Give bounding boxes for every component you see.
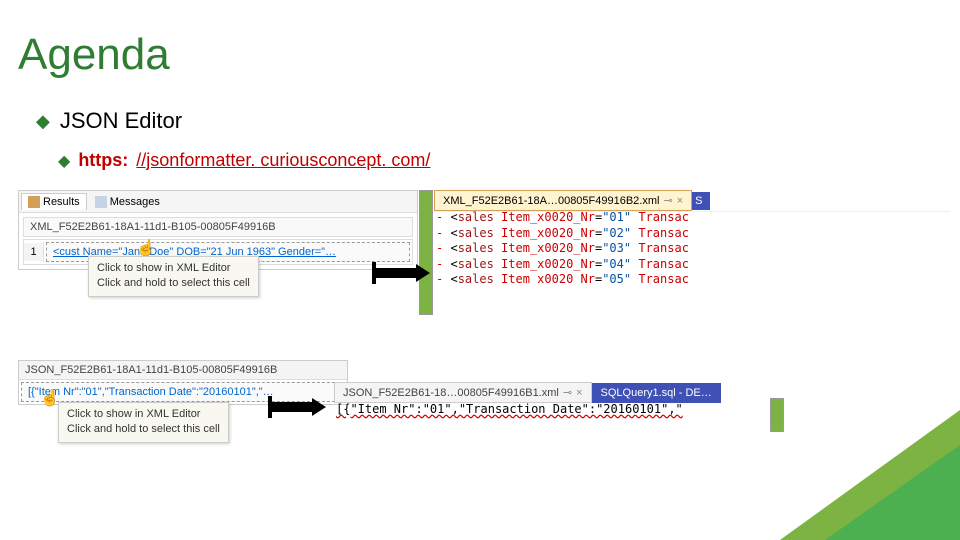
tab-messages[interactable]: Messages	[89, 194, 166, 210]
tooltip: Click to show in XML Editor Click and ho…	[58, 402, 229, 443]
message-icon	[95, 196, 107, 208]
tab-side[interactable]: S	[692, 192, 710, 210]
tooltip-line: Click to show in XML Editor	[67, 407, 220, 422]
bullet-level-1: ◆ JSON Editor	[36, 108, 182, 134]
tooltip-line: Click and hold to select this cell	[97, 276, 250, 291]
tooltip: Click to show in XML Editor Click and ho…	[88, 256, 259, 297]
bullet-text: JSON Editor	[60, 108, 182, 134]
divider-bar	[419, 190, 433, 315]
tab-label: Messages	[110, 196, 160, 208]
row-number: 1	[24, 243, 44, 261]
pin-icon[interactable]: ⊸	[563, 386, 572, 399]
url-link[interactable]: //jsonformatter. curiousconcept. com/	[136, 150, 430, 171]
cursor-icon: ☝	[40, 388, 60, 408]
json-cell-link[interactable]: [{"Item Nr":"01","Transaction Date":"201…	[21, 382, 345, 402]
grid-icon	[28, 196, 40, 208]
results-tabs: Results Messages	[19, 191, 417, 213]
tab-sqlquery[interactable]: SQLQuery1.sql - DE…	[592, 383, 721, 403]
bullet-marker-icon: ◆	[58, 151, 70, 171]
link-prefix: https:	[78, 150, 128, 171]
cursor-icon: ☝	[136, 238, 156, 258]
json-output-text: [{"Item Nr":"01","Transaction Date":"201…	[336, 402, 683, 416]
xml-line: - <sales Item x0020 Nr="05" Transac	[436, 272, 946, 288]
editor-tab-row: XML_F52E2B61-18A…00805F49916B2.xml ⊸ × S	[434, 190, 950, 212]
tab-xml-file[interactable]: XML_F52E2B61-18A…00805F49916B2.xml ⊸ ×	[434, 190, 692, 211]
tab-label: Results	[43, 196, 80, 208]
column-header[interactable]: XML_F52E2B61-18A1-11d1-B105-00805F49916B	[23, 217, 413, 237]
tab-json-file[interactable]: JSON_F52E2B61-18…00805F49916B1.xml ⊸ ×	[334, 382, 592, 403]
pin-icon[interactable]: ⊸	[663, 194, 672, 207]
tooltip-line: Click to show in XML Editor	[97, 261, 250, 276]
close-icon[interactable]: ×	[576, 387, 582, 399]
tab-label: JSON_F52E2B61-18…00805F49916B1.xml	[343, 387, 559, 399]
bullet-level-2: ◆ https: //jsonformatter. curiousconcept…	[58, 150, 430, 171]
column-header[interactable]: JSON_F52E2B61-18A1-11d1-B105-00805F49916…	[19, 361, 347, 380]
slide-title: Agenda	[18, 30, 170, 80]
xml-line: - <sales Item_x0020_Nr="01" Transac	[436, 210, 946, 226]
editor-tab-row: JSON_F52E2B61-18…00805F49916B1.xml ⊸ × S…	[334, 382, 950, 403]
tab-label: SQLQuery1.sql - DE…	[601, 387, 712, 399]
tooltip-line: Click and hold to select this cell	[67, 422, 220, 437]
decorative-corner	[780, 410, 960, 540]
json-panel: JSON_F52E2B61-18A1-11d1-B105-00805F49916…	[18, 360, 348, 405]
xml-line: - <sales Item_x0020_Nr="03" Transac	[436, 241, 946, 257]
tab-label: XML_F52E2B61-18A…00805F49916B2.xml	[443, 195, 659, 207]
xml-editor-content: - <sales Item_x0020_Nr="01" Transac - <s…	[436, 210, 946, 288]
bullet-marker-icon: ◆	[36, 111, 50, 132]
xml-line: - <sales Item_x0020_Nr="04" Transac	[436, 257, 946, 273]
xml-line: - <sales Item_x0020_Nr="02" Transac	[436, 226, 946, 242]
close-icon[interactable]: ×	[677, 195, 683, 207]
tab-results[interactable]: Results	[21, 193, 87, 210]
